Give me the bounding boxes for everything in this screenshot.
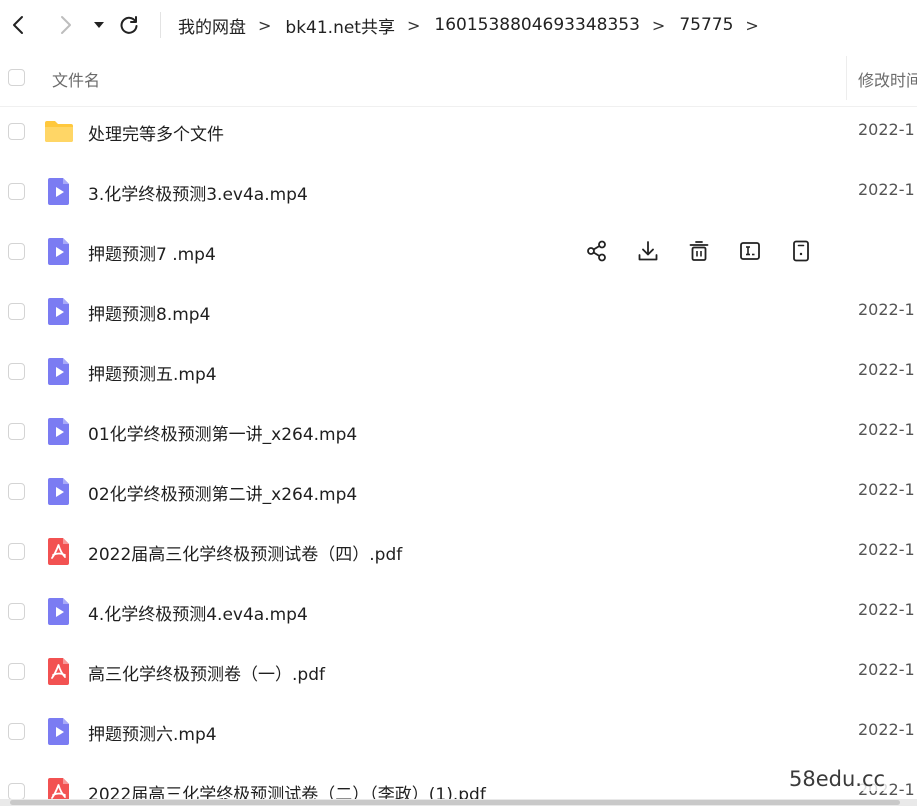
file-row[interactable]: 2022届高三化学终极预测试卷（四）.pdf 2022-1: [0, 521, 917, 581]
column-divider[interactable]: [846, 56, 847, 100]
history-dropdown-button[interactable]: [86, 10, 112, 40]
pdf-icon: [44, 536, 74, 566]
breadcrumb-separator: >: [406, 15, 421, 35]
breadcrumb-item-current[interactable]: 75775: [679, 15, 733, 35]
file-row[interactable]: 01化学终极预测第一讲_x264.mp4 2022-1: [0, 401, 917, 461]
file-name[interactable]: 2022届高三化学终极预测试卷（四）.pdf: [88, 540, 402, 565]
breadcrumb-separator: >: [745, 15, 759, 35]
video-icon: [44, 716, 74, 746]
rename-button[interactable]: [737, 238, 763, 264]
breadcrumb-separator: >: [258, 15, 272, 35]
file-modified-date: 2022-1: [858, 480, 915, 499]
file-name[interactable]: 01化学终极预测第一讲_x264.mp4: [88, 420, 357, 445]
row-checkbox[interactable]: [8, 243, 25, 260]
file-row[interactable]: 3.化学终极预测3.ev4a.mp4 2022-1: [0, 161, 917, 221]
chevron-right-icon: [61, 16, 71, 34]
delete-icon: [687, 239, 711, 263]
file-modified-date: 2022-1: [858, 660, 915, 679]
watermark: 58edu.cc: [786, 767, 889, 791]
file-row[interactable]: 押题预测六.mp4 2022-1: [0, 701, 917, 761]
share-icon: [585, 239, 609, 263]
row-checkbox[interactable]: [8, 123, 25, 140]
file-row[interactable]: 02化学终极预测第二讲_x264.mp4 2022-1: [0, 461, 917, 521]
file-row[interactable]: 押题预测7 .mp4: [0, 221, 917, 281]
row-checkbox[interactable]: [8, 723, 25, 740]
file-name[interactable]: 4.化学终极预测4.ev4a.mp4: [88, 600, 308, 625]
refresh-button[interactable]: [114, 10, 144, 40]
select-all-checkbox[interactable]: [8, 69, 25, 86]
pdf-icon: [44, 656, 74, 686]
file-modified-date: 2022-1: [858, 300, 915, 319]
file-name[interactable]: 高三化学终极预测卷（一）.pdf: [88, 660, 325, 685]
file-name[interactable]: 02化学终极预测第二讲_x264.mp4: [88, 480, 357, 505]
rename-icon: [738, 239, 762, 263]
row-checkbox[interactable]: [8, 303, 25, 320]
nav-divider: [160, 12, 161, 38]
file-name[interactable]: 押题预测7 .mp4: [88, 240, 216, 265]
delete-button[interactable]: [686, 238, 712, 264]
video-icon: [44, 416, 74, 446]
video-icon: [44, 476, 74, 506]
row-checkbox[interactable]: [8, 783, 25, 800]
file-row[interactable]: 押题预测五.mp4 2022-1: [0, 341, 917, 401]
video-icon: [44, 296, 74, 326]
file-row[interactable]: 高三化学终极预测卷（一）.pdf 2022-1: [0, 641, 917, 701]
share-button[interactable]: [584, 238, 610, 264]
row-checkbox[interactable]: [8, 363, 25, 380]
column-header-modified[interactable]: 修改时间: [858, 67, 917, 91]
file-name[interactable]: 押题预测8.mp4: [88, 300, 210, 325]
row-checkbox[interactable]: [8, 603, 25, 620]
download-icon: [636, 239, 660, 263]
file-row[interactable]: 4.化学终极预测4.ev4a.mp4 2022-1: [0, 581, 917, 641]
file-modified-date: 2022-1: [858, 540, 915, 559]
file-name[interactable]: 3.化学终极预测3.ev4a.mp4: [88, 180, 308, 205]
file-modified-date: 2022-1: [858, 420, 915, 439]
breadcrumb-item-folder-id[interactable]: 1601538804693348353: [434, 15, 640, 35]
breadcrumb: 我的网盘 > bk41.net共享 > 1601538804693348353 …: [178, 0, 773, 50]
refresh-icon: [120, 16, 138, 34]
back-button[interactable]: [4, 10, 34, 40]
breadcrumb-item-share[interactable]: bk41.net共享: [285, 13, 395, 38]
row-checkbox[interactable]: [8, 663, 25, 680]
file-browser: 我的网盘 > bk41.net共享 > 1601538804693348353 …: [0, 0, 917, 806]
breadcrumb-separator: >: [651, 15, 666, 35]
list-header: 文件名 修改时间: [0, 50, 917, 107]
row-checkbox[interactable]: [8, 543, 25, 560]
scrollbar-thumb[interactable]: [10, 800, 900, 805]
file-modified-date: 2022-1: [858, 360, 915, 379]
more-icon: [789, 239, 813, 263]
file-name[interactable]: 押题预测六.mp4: [88, 720, 217, 745]
chevron-left-icon: [13, 16, 23, 34]
file-row[interactable]: 处理完等多个文件 2022-1: [0, 101, 917, 161]
file-name[interactable]: 押题预测五.mp4: [88, 360, 217, 385]
file-modified-date: 2022-1: [858, 120, 915, 139]
row-checkbox[interactable]: [8, 483, 25, 500]
column-header-name[interactable]: 文件名: [52, 67, 100, 91]
breadcrumb-item-root[interactable]: 我的网盘: [178, 13, 246, 38]
more-button[interactable]: [788, 238, 814, 264]
row-checkbox[interactable]: [8, 183, 25, 200]
download-button[interactable]: [635, 238, 661, 264]
caret-down-icon: [94, 22, 104, 28]
video-icon: [44, 176, 74, 206]
video-icon: [44, 356, 74, 386]
file-modified-date: 2022-1: [858, 180, 915, 199]
file-row[interactable]: 押题预测8.mp4 2022-1: [0, 281, 917, 341]
folder-icon: [44, 116, 74, 146]
row-checkbox[interactable]: [8, 423, 25, 440]
file-list: 处理完等多个文件 2022-1 3.化学终极预测3.ev4a.mp4 2022-1 押题…: [0, 101, 917, 806]
horizontal-scrollbar[interactable]: [0, 799, 917, 806]
forward-button[interactable]: [50, 10, 80, 40]
video-icon: [44, 596, 74, 626]
video-icon: [44, 236, 74, 266]
row-action-toolbar: [584, 238, 839, 264]
file-modified-date: 2022-1: [858, 600, 915, 619]
file-modified-date: 2022-1: [858, 720, 915, 739]
file-name[interactable]: 处理完等多个文件: [88, 120, 224, 145]
navigation-bar: 我的网盘 > bk41.net共享 > 1601538804693348353 …: [0, 0, 917, 50]
